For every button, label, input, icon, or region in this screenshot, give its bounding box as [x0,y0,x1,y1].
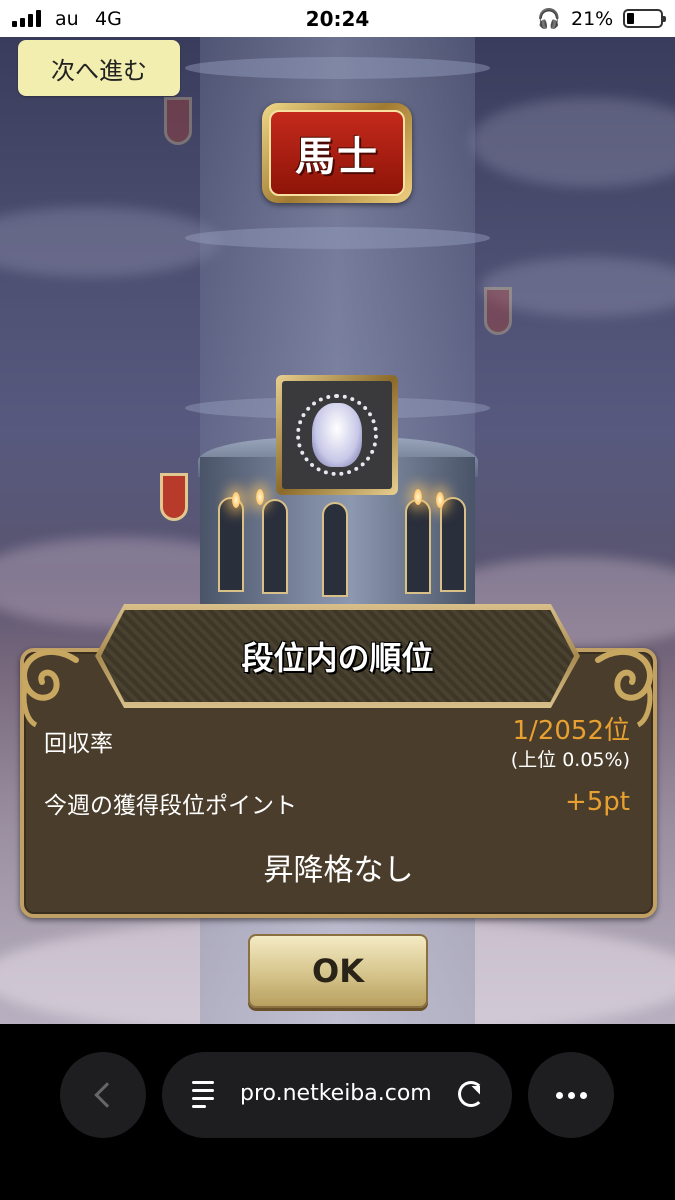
torch-light [414,489,422,505]
cloud [470,97,675,187]
url-text[interactable]: pro.netkeiba.com [240,1081,450,1106]
ok-button[interactable]: OK [248,934,428,1008]
weekly-points-value: +5pt [564,787,630,817]
more-button[interactable] [528,1052,614,1138]
tower-window [262,499,288,594]
tower-ring [185,227,490,249]
status-bar: au 4G 20:24 🎧 21% [0,0,675,37]
battery-percent: 21% [571,8,614,30]
weekly-points-label: 今週の獲得段位ポイント [44,793,297,819]
tower-ring [185,57,490,79]
address-bar[interactable]: pro.netkeiba.com [162,1052,512,1138]
red-banner [164,97,192,145]
portrait-ring [296,394,378,476]
torch-light [436,492,444,508]
avatar-figure [312,403,362,467]
battery-icon [623,9,666,28]
rank-value: 1/2052位 [512,716,630,746]
back-button[interactable] [60,1052,146,1138]
ok-label: OK [312,952,364,990]
reader-icon[interactable] [192,1081,218,1109]
promotion-result: 昇降格なし [263,853,414,888]
rank-percentile: (上位 0.05%) [510,749,630,771]
avatar[interactable] [276,375,398,495]
next-button[interactable]: 次へ進む [18,40,180,96]
torch-light [232,492,240,508]
headphones-icon: 🎧 [537,8,561,30]
red-banner [160,473,188,521]
tower-window [440,497,466,592]
tower-window [405,499,431,594]
rank-emblem: 馬士 [262,103,412,203]
tower-window [218,497,244,592]
back-icon [94,1082,120,1108]
red-banner [484,287,512,335]
reload-icon[interactable] [458,1081,484,1107]
more-icon [555,1091,563,1099]
cloud [0,207,220,277]
recovery-rate-label: 回収率 [44,731,113,757]
rank-title: 馬士 [295,133,379,180]
dialog-header: 段位内の順位 [95,604,580,708]
tower-window [322,502,348,597]
dialog-title: 段位内の順位 [241,639,434,677]
torch-light [256,489,264,505]
ornament-scroll-icon [21,648,79,728]
